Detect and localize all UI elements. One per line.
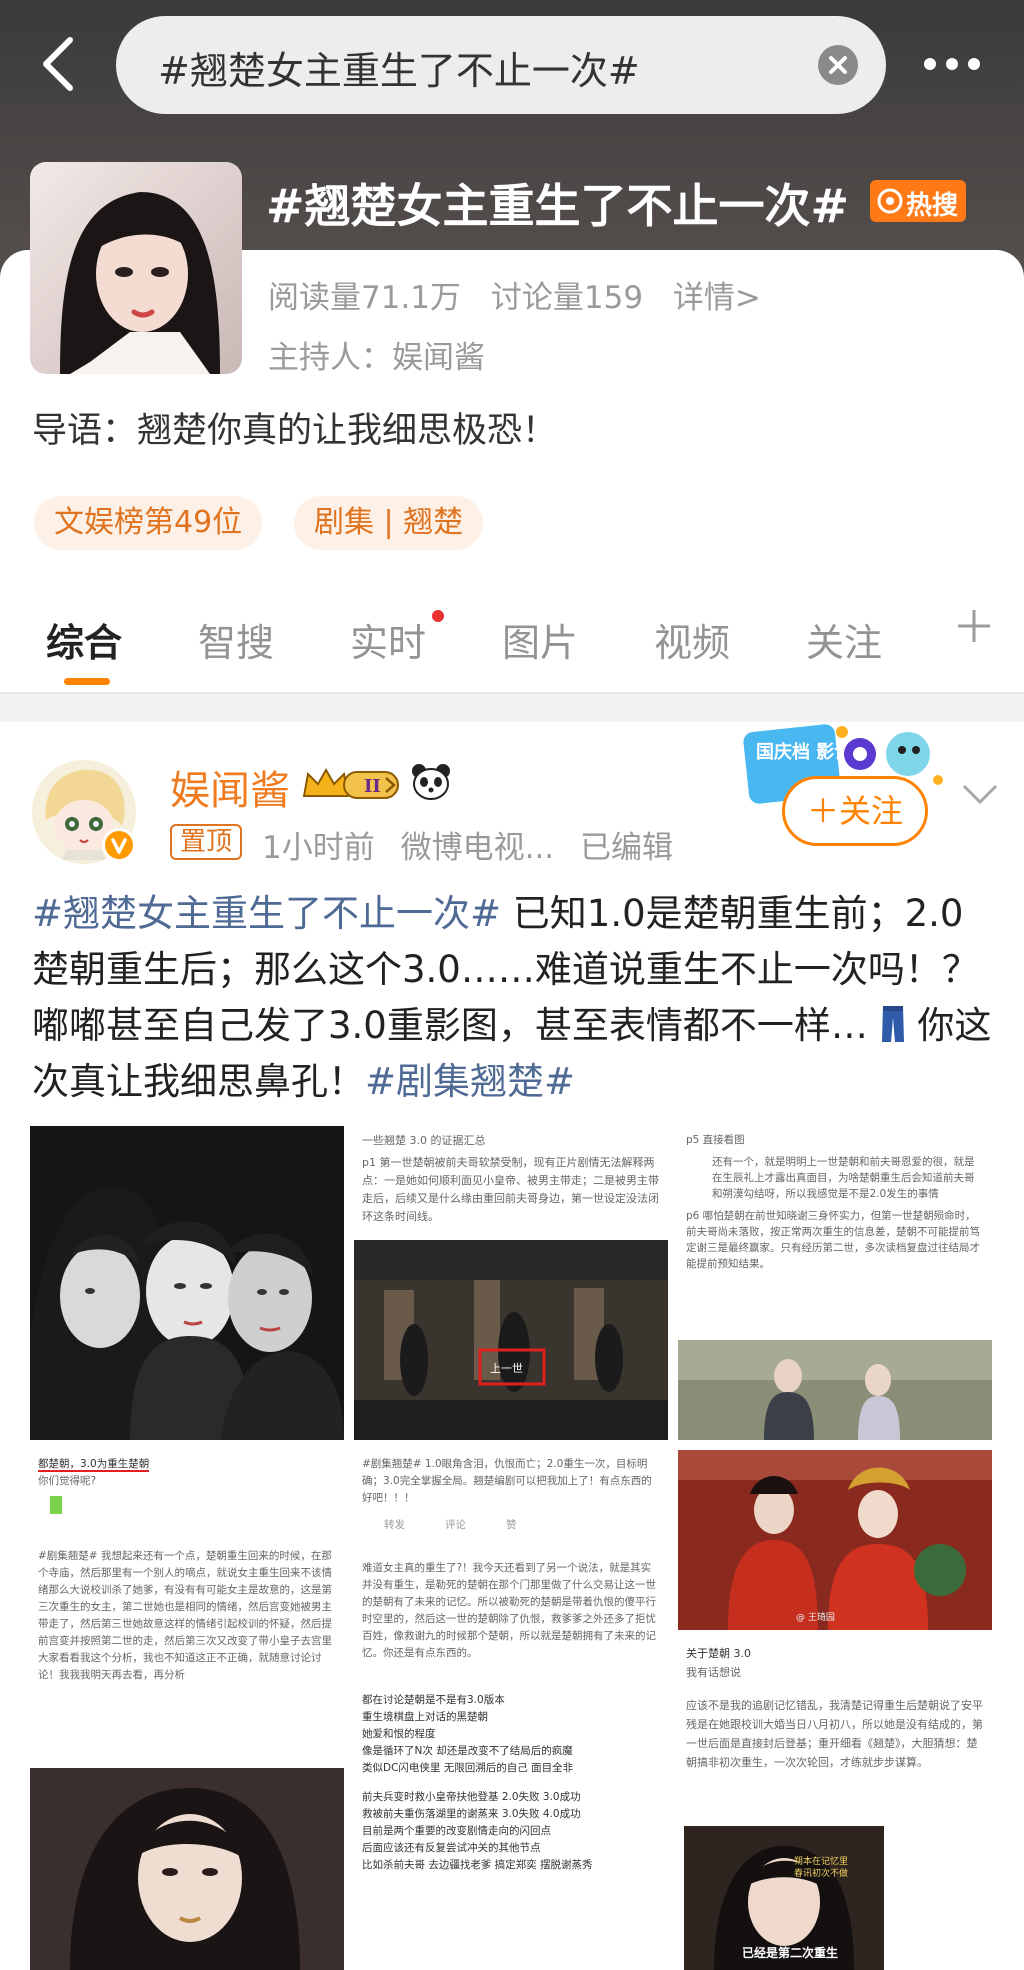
discussion-actions: 转发 评论 赞 (384, 1517, 660, 1534)
chevron-down-icon[interactable] (960, 778, 1000, 808)
search-input[interactable]: #翘楚女主重生了不止一次# (116, 16, 886, 114)
campaign-label: 国庆档 影评 (756, 741, 852, 763)
battery-glyph (50, 1496, 62, 1514)
p5-text: 还有一个，就是明明上一世楚朝和前夫哥恩爱的很，就是在生辰礼上才露出真面目，为啥楚… (712, 1156, 975, 1200)
discussion-p2: 难道女主真的重生了?！我今天还看到了另一个说法，就是其实并没有重生，是勒死的楚朝… (362, 1562, 656, 1659)
image-discussion-doc[interactable]: #剧集翘楚# 1.0眼角含泪，仇恨而亡；2.0重生一次，目标明确；3.0完全掌握… (354, 1450, 668, 1970)
more-icon[interactable] (924, 50, 984, 80)
like-action[interactable]: 赞 (506, 1517, 517, 1534)
analysis-spacer (38, 1496, 336, 1540)
couple-still (678, 1340, 992, 1440)
p6-text: p6 哪怕楚朝在前世知晓谢三身怀实力，但第一世楚朝殒命时，前夫哥尚未落败，按正常… (686, 1210, 980, 1270)
post-meta: 1小时前 微博电视... 已编辑 (262, 822, 689, 867)
tab-bar: 综合 智搜 实时 图片 视频 关注 (0, 592, 1024, 692)
follow-button[interactable]: ＋关注 (782, 776, 928, 846)
unread-dot (432, 610, 444, 622)
hot-icon (877, 188, 903, 214)
topic-cover-image (30, 162, 242, 374)
back-icon[interactable] (36, 34, 80, 94)
image-triple-portrait[interactable] (30, 1126, 344, 1440)
wedding-still: @ 王琦园 (678, 1450, 992, 1630)
divider (0, 692, 1024, 694)
tab-images[interactable]: 图片 (502, 612, 578, 667)
post-hashtag-topic[interactable]: #翘楚女主重生了不止一次# (32, 892, 501, 935)
wedding-watermark: @ 王琦园 (796, 1613, 835, 1623)
image-portrait-bottom[interactable] (30, 1768, 344, 1970)
post-source: 微博电视... (400, 830, 555, 866)
tab-comprehensive[interactable]: 综合 (46, 612, 122, 667)
jeans-emoji-icon (880, 1004, 906, 1044)
analysis-text: #剧集翘楚# 我想起来还有一个点，楚朝重生回来的时候，在那个寺庙，然后那里有一个… (38, 1550, 332, 1681)
post-body: #翘楚女主重生了不止一次# 已知1.0是楚朝重生前；2.0楚朝重生后；那么这个3… (32, 886, 992, 1110)
p5-title: p5 直接看图 (686, 1134, 745, 1146)
post-time: 1小时前 (262, 830, 375, 866)
topic-host: 主持人：娱闻酱 (268, 340, 485, 376)
repost-action[interactable]: 转发 (384, 1517, 405, 1534)
analysis-question: 你们觉得呢? (38, 1475, 97, 1487)
topic-lead: 导语：翘楚你真的让我细思极恐！ (32, 411, 558, 451)
topic-stats: 阅读量71.1万 讨论量159 详情> (268, 272, 781, 317)
edited-label: 已编辑 (580, 830, 674, 866)
member-crown-icon: II (302, 767, 399, 799)
note-subtitle: 我有话想说 (686, 1666, 741, 1679)
post-hashtag-drama[interactable]: #剧集翘楚# (365, 1060, 575, 1103)
image-evidence-summary[interactable]: 一些翘楚 3.0 的证据汇总 p1 第一世楚朝被前夫哥软禁受制，现有正片剧情无法… (354, 1126, 668, 1440)
topic-title: #翘楚女主重生了不止一次# (266, 179, 850, 233)
svg-text:II: II (364, 776, 381, 797)
search-query: #翘楚女主重生了不止一次# (158, 49, 640, 93)
details-link[interactable]: 详情> (673, 280, 761, 316)
campaign-banner: 国庆档 影评 ＋关注 (742, 724, 952, 852)
discussion-p4: 前夫兵变时救小皇帝扶他登基 2.0失败 3.0成功 救被前夫重伤落湖里的谢蒸来 … (362, 1791, 593, 1871)
add-tab-icon[interactable] (954, 606, 994, 646)
tab-following[interactable]: 关注 (806, 612, 882, 667)
image-analysis-post[interactable]: 都楚朝，3.0为重生楚朝 你们觉得呢? #剧集翘楚# 我想起来还有一个点，楚朝重… (30, 1450, 344, 1758)
category-chip[interactable]: 剧集 | 翘楚 (294, 496, 484, 550)
tab-realtime[interactable]: 实时 (350, 612, 426, 667)
second-rebirth-side: 朔本在记忆里 春讯初次不做 (794, 1857, 849, 1879)
image-second-rebirth[interactable]: 朔本在记忆里 春讯初次不做 已经是第二次重生 (684, 1826, 884, 1970)
verified-badge-icon (102, 828, 136, 862)
comment-action[interactable]: 评论 (445, 1517, 466, 1534)
discussion-p1: #剧集翘楚# 1.0眼角含泪，仇恨而亡；2.0重生一次，目标明确；3.0完全掌握… (362, 1458, 652, 1504)
clear-icon[interactable] (818, 45, 858, 85)
note-title: 关于楚朝 3.0 (686, 1647, 751, 1660)
analysis-top-line: 都楚朝，3.0为重生楚朝 (38, 1458, 150, 1472)
evidence-p1: p1 第一世楚朝被前夫哥软禁受制，现有正片剧情无法解释两点：一是她如何顺利面见小… (362, 1156, 659, 1223)
discussion-count: 讨论量159 (490, 280, 644, 316)
read-count: 阅读量71.1万 (268, 280, 462, 316)
tab-videos[interactable]: 视频 (654, 612, 730, 667)
weibo-post: 娱闻酱 II 置顶 1小时前 微博电视... 已编辑 国庆档 影评 ＋关注 #翘… (0, 722, 1024, 1970)
note-text: 应该不是我的追剧记忆错乱，我清楚记得重生后楚朝说了安平残是在她跟校训大婚当日八月… (686, 1699, 983, 1769)
hot-search-badge: 热搜 (870, 180, 966, 222)
evidence-title: 一些翘楚 3.0 的证据汇总 (362, 1134, 486, 1147)
discussion-p3: 都在讨论楚朝是不是有3.0版本 重生境棋盘上对话的黑楚朝 她爱和恨的程度 像是循… (362, 1694, 574, 1774)
rank-chip[interactable]: 文娱榜第49位 (34, 496, 263, 550)
author-name[interactable]: 娱闻酱 (170, 758, 290, 816)
panda-icon (412, 764, 450, 800)
image-grid: 一些翘楚 3.0 的证据汇总 p1 第一世楚朝被前夫哥软禁受制，现有正片剧情无法… (30, 1126, 996, 1970)
pinned-badge: 置顶 (170, 824, 243, 860)
image-p5-p6[interactable]: p5 直接看图 还有一个，就是明明上一世楚朝和前夫哥恩爱的很，就是在生辰礼上才露… (678, 1126, 992, 1440)
second-rebirth-caption: 已经是第二次重生 (742, 1946, 839, 1960)
video-frame: 上一世 (354, 1240, 668, 1440)
video-frame-label: 上一世 (490, 1362, 523, 1375)
tab-smart-search[interactable]: 智搜 (198, 612, 274, 667)
active-tab-indicator (64, 678, 110, 685)
